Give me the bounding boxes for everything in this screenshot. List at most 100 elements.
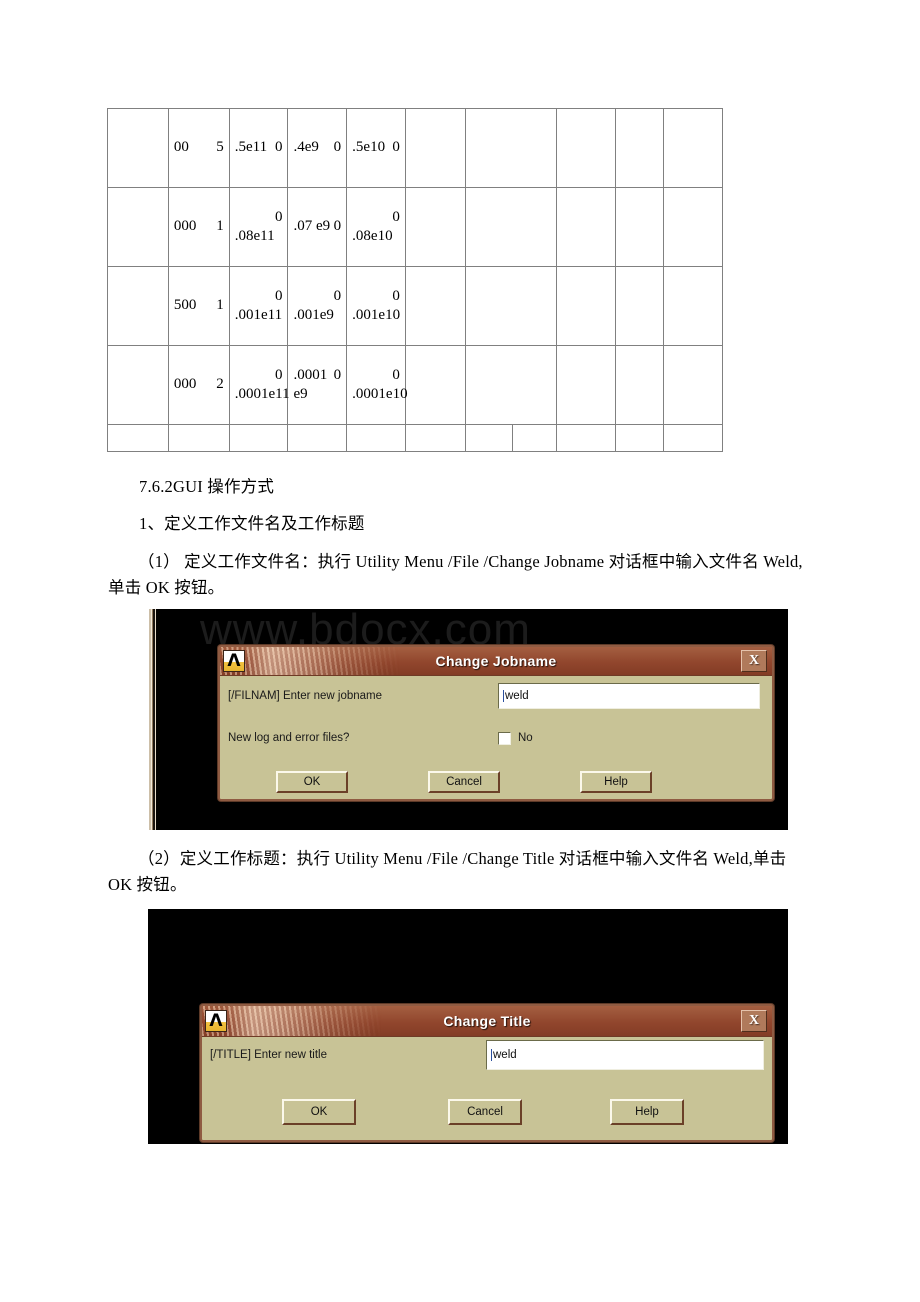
table-cell-blank [346, 424, 406, 452]
table-cell-temperature: 5 00 [167, 108, 230, 188]
table-cell-blank [107, 424, 169, 452]
table-cell-blank [107, 108, 169, 188]
change-title-dialog: Λ Change Title X [/TITLE] Enter new titl… [200, 1004, 774, 1142]
table-cell-blank [556, 345, 617, 425]
table-cell-modulus: 0 .001e11 [228, 266, 289, 346]
table-cell-tertiary: 0 .0001e10 [346, 345, 408, 425]
title-field-label: [/TITLE] Enter new title [210, 1049, 327, 1061]
table-cell-blank [663, 266, 723, 346]
table-cell-blank [464, 108, 558, 188]
table-cell-blank [107, 266, 169, 346]
help-button[interactable]: Help [610, 1099, 684, 1125]
close-icon[interactable]: X [741, 650, 767, 672]
cell-lead: 0 [392, 287, 400, 304]
table-row: 5 00 0 .5e11 0 .4e9 0 .5e10 [107, 108, 723, 188]
cell-lead: 0 [274, 366, 283, 383]
table-cell-modulus: 0 .5e11 [228, 108, 289, 188]
instruction-paragraph-2: （2）定义工作标题：执行 Utility Menu /File /Change … [108, 849, 787, 894]
table-row: 1 500 0 .001e11 0 .001e9 0 .001e10 [107, 266, 723, 346]
table-cell-blank [404, 345, 466, 425]
table-cell-tertiary: 0 .5e10 [346, 108, 406, 188]
table-cell-blank [464, 345, 558, 425]
document-page: 5 00 0 .5e11 0 .4e9 0 .5e10 1 000 0 .08e… [0, 0, 920, 1302]
new-log-files-checkbox[interactable] [498, 731, 511, 745]
cell-lead: 0 [333, 287, 342, 304]
table-cell-blank [663, 187, 723, 267]
cell-lead: 0 [274, 208, 283, 225]
jobname-input[interactable]: weld [498, 683, 760, 709]
table-cell-blank [511, 424, 558, 452]
table-row: 2 000 0 .0001e11 0 .0001 e9 0 .0001e10 [107, 345, 723, 425]
table-cell-blank [404, 424, 466, 452]
cell-lead: 0 [333, 366, 342, 383]
cell-lead: 0 [274, 139, 283, 156]
title-input-value: weld [493, 1049, 517, 1061]
table-cell-blank [615, 424, 665, 452]
table-row: 1 000 0 .08e11 0 .07 e9 0 .08e10 [107, 187, 723, 267]
close-icon[interactable]: X [741, 1010, 767, 1032]
dialog-body: [/FILNAM] Enter new jobname weld New log… [220, 676, 772, 799]
list-item-1: 1、定义工作文件名及工作标题 [139, 514, 365, 533]
ok-button[interactable]: OK [276, 771, 348, 793]
table-cell-blank [464, 424, 513, 452]
table-cell-blank [404, 187, 466, 267]
dialog-title-text: Change Jobname [435, 653, 557, 669]
help-button[interactable]: Help [580, 771, 652, 793]
instruction-paragraph-1: （1） 定义工作文件名：执行 Utility Menu /File /Chang… [108, 552, 803, 597]
cell-lead: 0 [392, 139, 400, 156]
table-cell-blank [615, 266, 665, 346]
title-input[interactable]: weld [486, 1040, 764, 1070]
table-cell-tertiary: 0 .001e10 [346, 266, 406, 346]
jobname-field-label: [/FILNAM] Enter new jobname [228, 690, 383, 702]
table-cell-blank [228, 424, 289, 452]
text-caret [491, 1049, 492, 1061]
cell-lead: 0 [392, 208, 400, 225]
table-cell-modulus: 0 .08e11 [228, 187, 289, 267]
table-cell-blank [663, 345, 723, 425]
table-cell-temperature: 1 500 [167, 266, 230, 346]
dialog-titlebar: Λ Change Title X [202, 1006, 772, 1037]
table-cell-blank [167, 424, 230, 452]
screenshot-change-title: Λ Change Title X [/TITLE] Enter new titl… [148, 909, 788, 1144]
table-cell-blank [556, 108, 617, 188]
cell-lead: 2 [216, 376, 224, 393]
table-cell-secondary: 0 .07 e9 [287, 187, 348, 267]
log-files-label: New log and error files? [228, 732, 350, 744]
cell-lead: 0 [333, 139, 342, 156]
change-jobname-dialog: Λ Change Jobname X [/FILNAM] Enter new j… [218, 645, 774, 801]
table-cell-blank [556, 266, 617, 346]
cell-lead: 5 [216, 139, 224, 156]
table-cell-blank [615, 108, 665, 188]
table-cell-blank [107, 345, 169, 425]
table-cell-blank [663, 108, 723, 188]
table-cell-blank [287, 424, 348, 452]
dialog-body: [/TITLE] Enter new title weld OK Cancel … [202, 1037, 772, 1142]
ok-button[interactable]: OK [282, 1099, 356, 1125]
table-cell-blank [404, 266, 466, 346]
text-caret [503, 690, 504, 702]
table-cell-blank [615, 345, 665, 425]
table-cell-blank [556, 424, 617, 452]
table-cell-tertiary: 0 .08e10 [346, 187, 406, 267]
table-cell-secondary: 0 .4e9 [287, 108, 348, 188]
new-log-files-checkbox-label: No [518, 732, 533, 744]
table-cell-modulus: 0 .0001e11 [228, 345, 290, 425]
dialog-titlebar: Λ Change Jobname X [220, 647, 772, 676]
table-cell-blank [464, 266, 558, 346]
table-cell-blank [404, 108, 466, 188]
dialog-title-text: Change Title [443, 1013, 531, 1029]
table-cell-secondary: 0 .0001 e9 [287, 345, 348, 425]
screenshot-change-jobname: www.bdocx.com Λ Change Jobname X [/FILNA… [148, 609, 788, 830]
section-heading: 7.6.2GUI 操作方式 [139, 477, 275, 496]
cell-lead: 1 [216, 218, 224, 235]
table-cell-blank [556, 187, 617, 267]
table-cell-blank [615, 187, 665, 267]
table-cell-secondary: 0 .001e9 [287, 266, 348, 346]
table-cell-temperature: 2 000 [167, 345, 230, 425]
jobname-input-value: weld [505, 690, 529, 702]
cell-lead: 0 [392, 366, 400, 383]
table-cell-temperature: 1 000 [167, 187, 230, 267]
cell-lead: 0 [333, 218, 342, 235]
cancel-button[interactable]: Cancel [428, 771, 500, 793]
cancel-button[interactable]: Cancel [448, 1099, 522, 1125]
